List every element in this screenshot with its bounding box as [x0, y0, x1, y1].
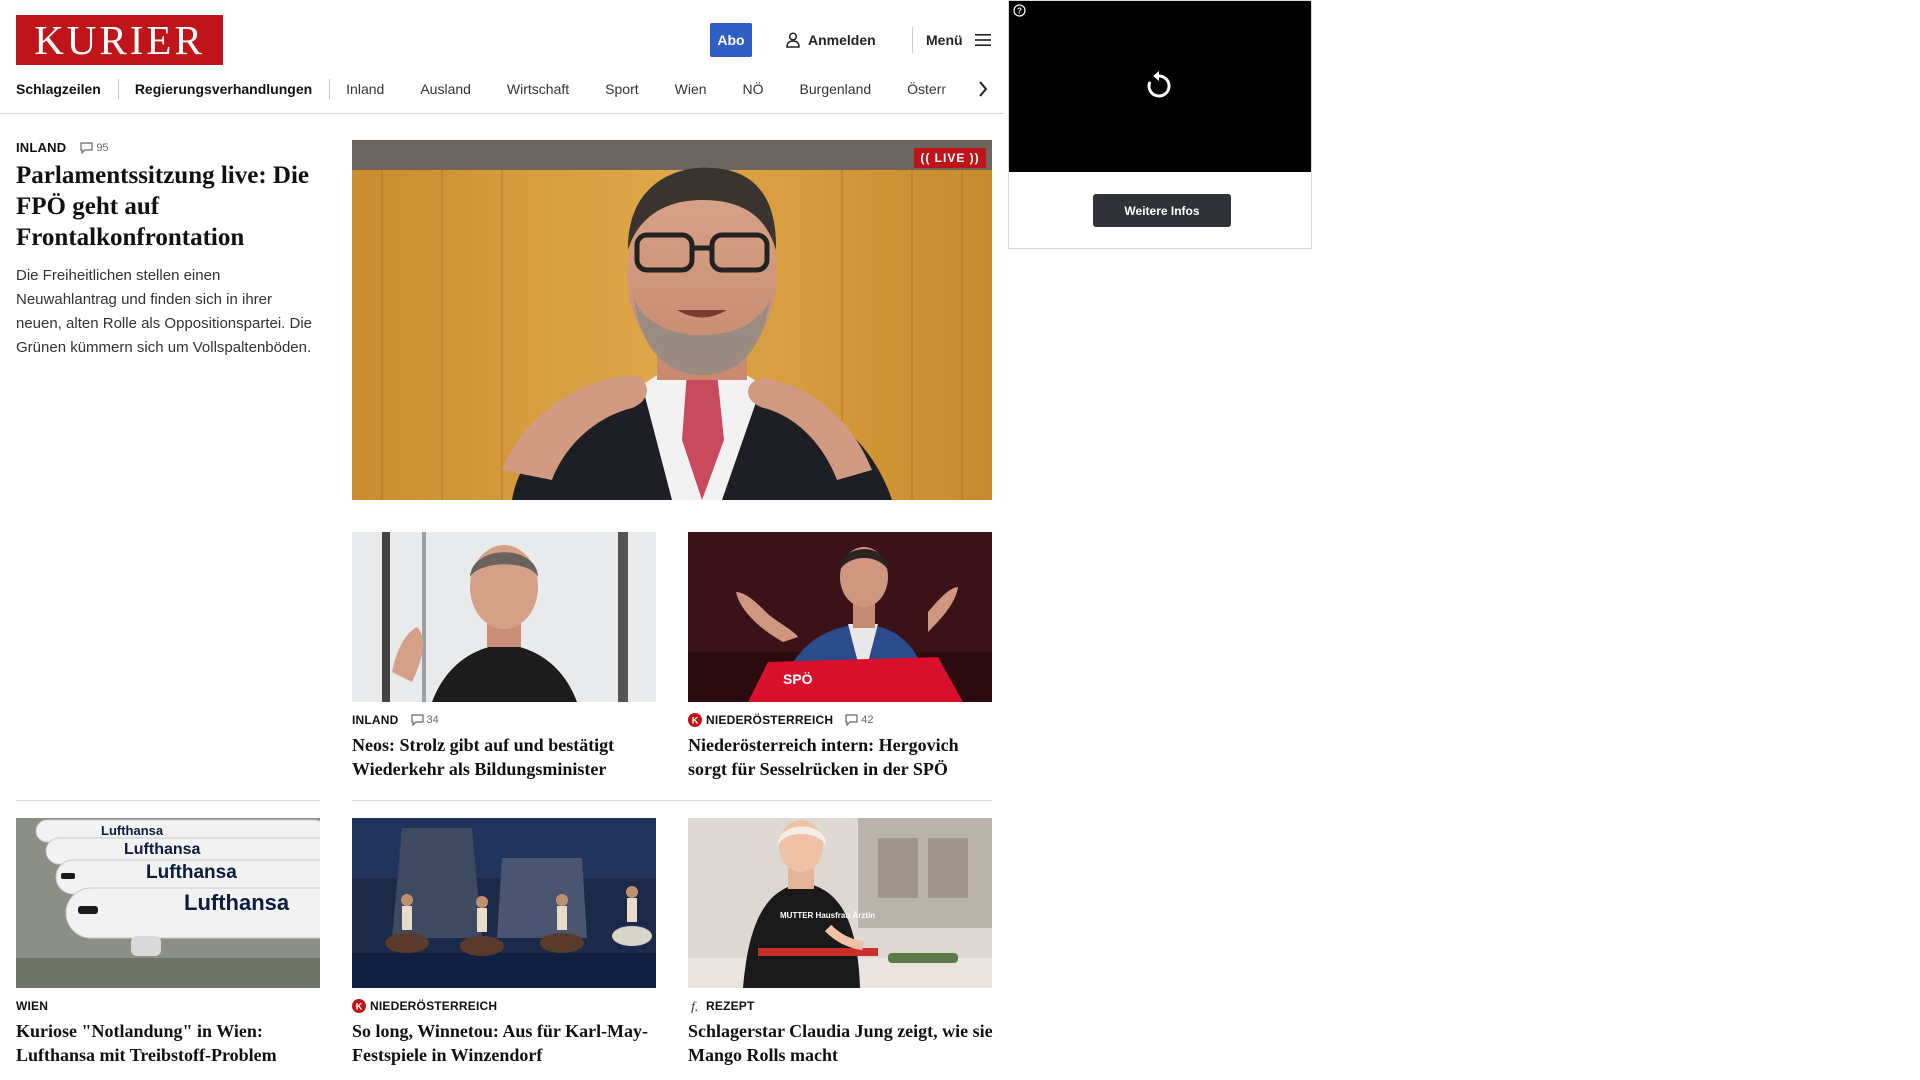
svg-text:K: K — [692, 716, 699, 726]
lead-image[interactable] — [352, 140, 992, 500]
lead-meta: INLAND 95 — [16, 140, 109, 155]
nav-item-schlagzeilen[interactable]: Schlagzeilen — [16, 81, 101, 97]
nav-item-noe[interactable]: NÖ — [743, 81, 764, 97]
article-comment-count[interactable]: 34 — [410, 714, 439, 726]
article-image-hergovich[interactable]: SPÖ — [688, 532, 992, 702]
article-comment-count[interactable]: 42 — [845, 714, 873, 726]
nav-item-wirtschaft[interactable]: Wirtschaft — [507, 81, 569, 97]
section-nav: Schlagzeilen Regierungsverhandlungen Inl… — [16, 78, 988, 100]
article-meta: K NIEDERÖSTERREICH 42 — [688, 712, 873, 728]
lead-headline[interactable]: Parlamentssitzung live: Die FPÖ geht auf… — [16, 160, 316, 253]
article-headline[interactable]: Schlagerstar Claudia Jung zeigt, wie sie… — [688, 1019, 998, 1067]
lufthansa-text-3: Lufthansa — [146, 862, 237, 883]
article-comments-number: 34 — [426, 714, 439, 726]
svg-text:?: ? — [1017, 7, 1022, 16]
abo-button[interactable]: Abo — [710, 23, 752, 57]
kurier-logo[interactable]: KURIER — [16, 15, 223, 65]
article-image-lufthansa[interactable]: Lufthansa Lufthansa Lufthansa Lufthansa — [16, 818, 320, 988]
article-category[interactable]: REZEPT — [706, 999, 755, 1013]
article-headline[interactable]: Kuriose "Notlandung" in Wien: Lufthansa … — [16, 1019, 326, 1067]
article-image-winnetou[interactable] — [352, 818, 656, 988]
header-divider — [912, 27, 913, 53]
article-meta: WIEN — [16, 998, 48, 1014]
lufthansa-text-4: Lufthansa — [184, 890, 290, 915]
lead-comment-count[interactable]: 95 — [80, 141, 109, 154]
kurier-k-icon: K — [352, 999, 366, 1013]
menu-label: Menü — [926, 32, 963, 48]
article-image-claudia-jung[interactable]: MUTTER Hausfrau Ärztin — [688, 818, 992, 988]
row-divider — [16, 800, 320, 801]
article-headline[interactable]: So long, Winnetou: Aus für Karl-May-Fest… — [352, 1019, 662, 1067]
comment-icon — [80, 141, 93, 154]
article-comments-number: 42 — [861, 714, 874, 726]
shirt-text: MUTTER Hausfrau Ärztin — [780, 911, 875, 920]
svg-text:f.: f. — [691, 1000, 698, 1013]
comment-icon — [845, 714, 858, 726]
nav-item-regierungsverhandlungen[interactable]: Regierungsverhandlungen — [135, 81, 312, 97]
article-meta: K NIEDERÖSTERREICH — [352, 998, 497, 1014]
article-meta: INLAND 34 — [352, 712, 439, 728]
lufthansa-text-2: Lufthansa — [124, 841, 201, 858]
login-label: Anmelden — [808, 32, 876, 48]
article-category[interactable]: INLAND — [352, 713, 399, 727]
login-button[interactable]: Anmelden — [786, 28, 876, 52]
lead-category[interactable]: INLAND — [16, 140, 66, 155]
logo-text: KURIER — [34, 16, 205, 63]
lufthansa-text-1: Lufthansa — [101, 823, 164, 838]
chevron-right-icon — [979, 81, 988, 97]
nav-item-burgenland[interactable]: Burgenland — [800, 81, 872, 97]
article-headline[interactable]: Niederösterreich intern: Hergovich sorgt… — [688, 733, 998, 781]
user-icon — [786, 32, 800, 48]
lead-comments-number: 95 — [96, 141, 109, 154]
article-category[interactable]: NIEDERÖSTERREICH — [370, 999, 497, 1013]
nav-item-ausland[interactable]: Ausland — [420, 81, 471, 97]
freizeit-f-icon: f. — [688, 999, 702, 1013]
article-meta: f. REZEPT — [688, 998, 755, 1014]
kurier-k-icon: K — [688, 713, 702, 727]
article-category[interactable]: WIEN — [16, 999, 48, 1013]
help-icon[interactable]: ? — [1013, 4, 1026, 17]
site-header: KURIER Abo Anmelden Menü Schlagzeilen Re… — [0, 0, 1004, 114]
lead-teaser: Die Freiheitlichen stellen einen Neuwahl… — [16, 267, 313, 356]
nav-item-inland[interactable]: Inland — [346, 81, 384, 97]
nav-item-sport[interactable]: Sport — [605, 81, 638, 97]
comment-icon — [410, 714, 424, 726]
article-headline[interactable]: Neos: Strolz gibt auf und bestätigt Wied… — [352, 733, 662, 781]
svg-text:K: K — [356, 1002, 363, 1012]
article-image-neos[interactable] — [352, 532, 656, 702]
ad-video[interactable]: ? — [1009, 1, 1311, 172]
hamburger-icon — [974, 34, 991, 46]
ad-more-info-button[interactable]: Weitere Infos — [1093, 194, 1231, 227]
menu-button[interactable]: Menü — [926, 28, 991, 52]
replay-icon[interactable] — [1142, 69, 1176, 103]
live-badge: (( LIVE )) — [914, 148, 986, 168]
nav-divider — [329, 79, 331, 99]
spo-lectern-text: SPÖ — [783, 671, 813, 687]
nav-divider — [117, 79, 119, 99]
nav-scroll-right-button[interactable] — [976, 78, 990, 100]
nav-item-wien[interactable]: Wien — [675, 81, 707, 97]
row-divider — [352, 800, 992, 801]
article-category[interactable]: NIEDERÖSTERREICH — [706, 713, 833, 727]
ad-panel: ? Weitere Infos — [1008, 0, 1312, 249]
